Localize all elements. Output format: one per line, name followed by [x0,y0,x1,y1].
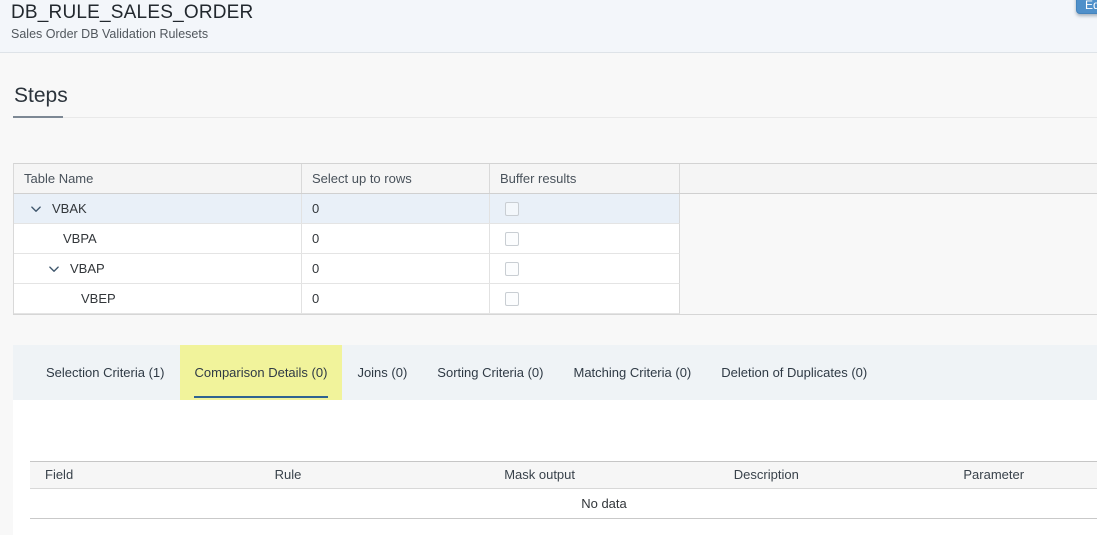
page-title: DB_RULE_SALES_ORDER [11,2,253,24]
table-row[interactable]: VBEP 0 [14,284,680,314]
tab-sorting-criteria[interactable]: Sorting Criteria (0) [422,345,558,400]
table-name-cell: VBAK [14,194,302,223]
tab-selection-criteria[interactable]: Selection Criteria (1) [31,345,180,400]
table-row[interactable]: VBPA 0 [14,224,680,254]
steps-table-body: VBAK 0 VBPA 0 VBAP 0 VBEP 0 [13,194,680,314]
buffer-results-cell [490,194,679,223]
column-header-buffer-results: Buffer results [490,164,680,193]
column-header-rule: Rule [260,462,490,488]
tab-deletion-of-duplicates[interactable]: Deletion of Duplicates (0) [706,345,882,400]
column-header-mask-output: Mask output [489,462,719,488]
table-row[interactable]: VBAP 0 [14,254,680,284]
steps-table-bottom-border [13,314,1097,315]
column-header-description: Description [719,462,949,488]
buffer-results-cell [490,284,679,313]
chevron-down-icon[interactable] [48,263,60,275]
select-up-to-rows-cell: 0 [302,284,490,313]
buffer-results-cell [490,224,679,253]
column-header-table-name: Table Name [14,164,302,193]
column-header-parameter: Parameter [948,462,1097,488]
buffer-results-checkbox[interactable] [505,262,519,276]
table-name-cell: VBAP [14,254,302,283]
page: DB_RULE_SALES_ORDER Sales Order DB Valid… [0,0,1097,535]
anchor-bar-divider [13,117,1097,118]
table-name-label: VBAP [70,254,105,283]
details-table-header: Field Rule Mask output Description Param… [30,461,1097,489]
buffer-results-checkbox[interactable] [505,232,519,246]
tab-comparison-details[interactable]: Comparison Details (0) [180,345,343,400]
edit-button[interactable]: Edit [1076,0,1097,14]
steps-anchor-underline [13,116,63,118]
table-name-label: VBAK [52,194,87,223]
table-name-label: VBPA [63,224,97,253]
steps-tree-table: Table Name Select up to rows Buffer resu… [13,163,1097,314]
steps-section-title: Steps [14,84,68,108]
steps-table-header: Table Name Select up to rows Buffer resu… [13,163,1097,194]
select-up-to-rows-cell: 0 [302,194,490,223]
chevron-down-icon[interactable] [30,203,42,215]
buffer-results-checkbox[interactable] [505,292,519,306]
comparison-details-table: Field Rule Mask output Description Param… [30,461,1097,519]
object-header: DB_RULE_SALES_ORDER Sales Order DB Valid… [0,0,1097,53]
column-header-select-up-to-rows: Select up to rows [302,164,490,193]
no-data-message: No data [30,489,1097,519]
page-subtitle: Sales Order DB Validation Rulesets [11,27,208,41]
table-name-cell: VBEP [14,284,302,313]
tab-joins[interactable]: Joins (0) [342,345,422,400]
icon-tab-bar: Selection Criteria (1)Comparison Details… [13,345,1097,400]
column-header-empty [680,164,1097,193]
tab-matching-criteria[interactable]: Matching Criteria (0) [559,345,707,400]
table-name-cell: VBPA [14,224,302,253]
buffer-results-checkbox[interactable] [505,202,519,216]
select-up-to-rows-cell: 0 [302,224,490,253]
buffer-results-cell [490,254,679,283]
table-row[interactable]: VBAK 0 [14,194,680,224]
table-name-label: VBEP [81,284,116,313]
select-up-to-rows-cell: 0 [302,254,490,283]
details-panel: Selection Criteria (1)Comparison Details… [13,345,1097,535]
column-header-field: Field [30,462,260,488]
